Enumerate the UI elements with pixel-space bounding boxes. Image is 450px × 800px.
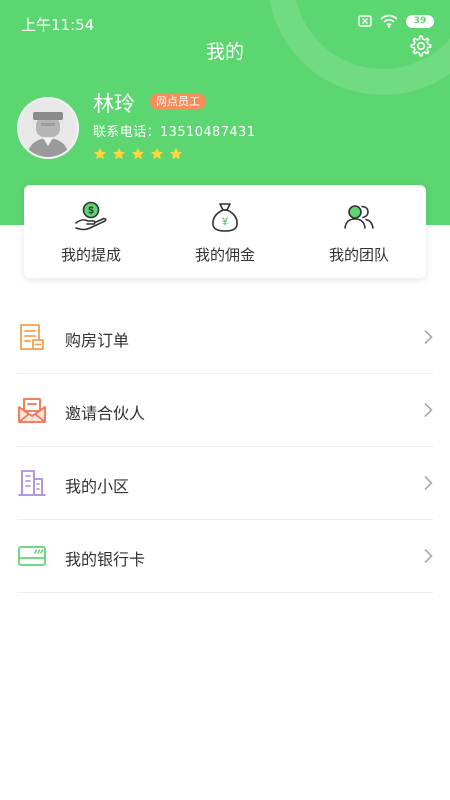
money-bag-icon: ¥ — [212, 203, 238, 232]
star-icon — [112, 147, 126, 160]
building-icon — [18, 470, 46, 496]
invite-envelope-icon — [18, 398, 46, 423]
menu-item-purchase-orders[interactable]: 购房订单 — [17, 301, 433, 374]
settings-gear-icon[interactable] — [409, 34, 433, 58]
status-time: 上午11:54 — [21, 16, 95, 34]
menu-item-invite-partner[interactable]: 邀请合伙人 — [17, 374, 433, 447]
bank-card-icon — [18, 546, 46, 566]
battery-indicator: 39 — [406, 14, 434, 28]
chevron-right-icon — [424, 548, 433, 564]
action-label: 我的佣金 — [194, 246, 255, 264]
svg-text:$: $ — [88, 206, 94, 217]
star-icon — [93, 147, 107, 160]
action-label: 我的提成 — [60, 246, 121, 264]
action-label: 我的团队 — [328, 246, 389, 264]
page-title: 我的 — [205, 41, 244, 63]
svg-text:¥: ¥ — [222, 216, 229, 228]
chevron-right-icon — [424, 402, 433, 418]
menu-label: 邀请合伙人 — [65, 404, 146, 423]
phone-label: 联系电话： — [93, 125, 161, 140]
status-icons: 39 — [358, 14, 434, 28]
phone-line: 联系电话：13510487431 — [93, 121, 255, 140]
order-document-icon — [20, 324, 44, 350]
rating-stars — [93, 147, 183, 161]
team-icon — [344, 205, 374, 229]
menu-item-bank-card[interactable]: 我的银行卡 — [17, 520, 433, 593]
default-avatar-icon — [19, 99, 77, 157]
chevron-right-icon — [424, 329, 433, 345]
menu-label: 我的银行卡 — [65, 550, 146, 569]
role-badge: 网点员工 — [150, 93, 206, 110]
menu-label: 购房订单 — [65, 331, 130, 350]
user-name: 林玲 — [93, 92, 135, 116]
phone-number: 13510487431 — [160, 125, 256, 140]
money-hand-icon: $ — [75, 201, 107, 231]
star-icon — [169, 147, 183, 160]
action-my-team[interactable]: 我的团队 — [292, 185, 426, 278]
menu-label: 我的小区 — [65, 477, 130, 496]
chevron-right-icon — [424, 475, 433, 491]
menu-list: 购房订单 邀请合伙人 我的小区 我的银行卡 — [0, 301, 450, 593]
action-my-commission[interactable]: $ 我的提成 — [24, 185, 158, 278]
wifi-icon — [380, 14, 398, 28]
star-icon — [150, 147, 164, 160]
quick-actions-card: $ 我的提成 ¥ 我的佣金 我的团队 — [24, 185, 426, 278]
no-sim-icon — [358, 15, 372, 27]
star-icon — [131, 147, 145, 160]
menu-item-my-community[interactable]: 我的小区 — [17, 447, 433, 520]
action-my-bonus[interactable]: ¥ 我的佣金 — [158, 185, 292, 278]
user-avatar[interactable] — [17, 97, 79, 159]
